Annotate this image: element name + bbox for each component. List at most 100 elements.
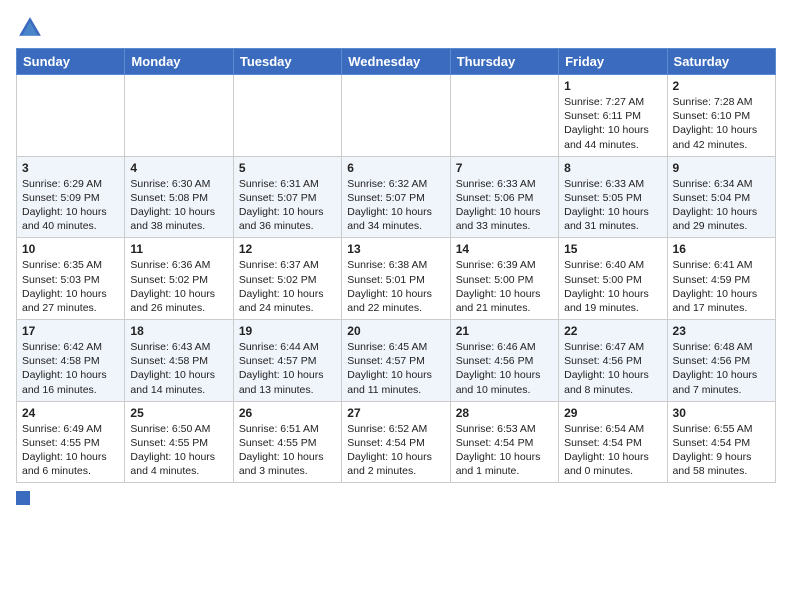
day-info: Sunrise: 6:35 AM Sunset: 5:03 PM Dayligh… bbox=[22, 258, 119, 315]
day-number: 11 bbox=[130, 242, 227, 256]
day-number: 21 bbox=[456, 324, 553, 338]
day-info: Sunrise: 6:47 AM Sunset: 4:56 PM Dayligh… bbox=[564, 340, 661, 397]
day-info: Sunrise: 6:36 AM Sunset: 5:02 PM Dayligh… bbox=[130, 258, 227, 315]
day-number: 12 bbox=[239, 242, 336, 256]
day-number: 23 bbox=[673, 324, 770, 338]
day-number: 6 bbox=[347, 161, 444, 175]
calendar-day-cell: 11 Sunrise: 6:36 AM Sunset: 5:02 PM Dayli… bbox=[125, 238, 233, 320]
day-number: 13 bbox=[347, 242, 444, 256]
day-info: Sunrise: 6:55 AM Sunset: 4:54 PM Dayligh… bbox=[673, 422, 770, 479]
day-number: 26 bbox=[239, 406, 336, 420]
weekday-header: Wednesday bbox=[342, 49, 450, 75]
day-number: 14 bbox=[456, 242, 553, 256]
day-info: Sunrise: 6:42 AM Sunset: 4:58 PM Dayligh… bbox=[22, 340, 119, 397]
calendar-day-cell: 14 Sunrise: 6:39 AM Sunset: 5:00 PM Dayli… bbox=[450, 238, 558, 320]
day-number: 3 bbox=[22, 161, 119, 175]
day-number: 10 bbox=[22, 242, 119, 256]
day-info: Sunrise: 6:43 AM Sunset: 4:58 PM Dayligh… bbox=[130, 340, 227, 397]
weekday-header: Monday bbox=[125, 49, 233, 75]
day-number: 19 bbox=[239, 324, 336, 338]
calendar-day-cell bbox=[450, 75, 558, 157]
day-number: 7 bbox=[456, 161, 553, 175]
calendar-day-cell: 10 Sunrise: 6:35 AM Sunset: 5:03 PM Dayli… bbox=[17, 238, 125, 320]
day-info: Sunrise: 6:32 AM Sunset: 5:07 PM Dayligh… bbox=[347, 177, 444, 234]
calendar-day-cell: 20 Sunrise: 6:45 AM Sunset: 4:57 PM Dayli… bbox=[342, 320, 450, 402]
calendar-day-cell: 29 Sunrise: 6:54 AM Sunset: 4:54 PM Dayli… bbox=[559, 401, 667, 483]
day-number: 1 bbox=[564, 79, 661, 93]
day-number: 17 bbox=[22, 324, 119, 338]
calendar-day-cell bbox=[342, 75, 450, 157]
logo-icon bbox=[16, 14, 44, 42]
day-info: Sunrise: 6:52 AM Sunset: 4:54 PM Dayligh… bbox=[347, 422, 444, 479]
weekday-header-row: SundayMondayTuesdayWednesdayThursdayFrid… bbox=[17, 49, 776, 75]
calendar-table: SundayMondayTuesdayWednesdayThursdayFrid… bbox=[16, 48, 776, 483]
day-info: Sunrise: 6:30 AM Sunset: 5:08 PM Dayligh… bbox=[130, 177, 227, 234]
day-number: 22 bbox=[564, 324, 661, 338]
legend-color-box bbox=[16, 491, 30, 505]
day-info: Sunrise: 6:53 AM Sunset: 4:54 PM Dayligh… bbox=[456, 422, 553, 479]
day-info: Sunrise: 6:38 AM Sunset: 5:01 PM Dayligh… bbox=[347, 258, 444, 315]
calendar-day-cell: 19Sunrise: 6:44 AM Sunset: 4:57 PM Dayli… bbox=[233, 320, 341, 402]
calendar-day-cell: 8Sunrise: 6:33 AM Sunset: 5:05 PM Daylig… bbox=[559, 156, 667, 238]
day-number: 16 bbox=[673, 242, 770, 256]
calendar-day-cell: 15 Sunrise: 6:40 AM Sunset: 5:00 PM Dayli… bbox=[559, 238, 667, 320]
weekday-header: Thursday bbox=[450, 49, 558, 75]
day-info: Sunrise: 6:33 AM Sunset: 5:06 PM Dayligh… bbox=[456, 177, 553, 234]
day-number: 18 bbox=[130, 324, 227, 338]
calendar-day-cell bbox=[233, 75, 341, 157]
calendar-day-cell: 17 Sunrise: 6:42 AM Sunset: 4:58 PM Dayli… bbox=[17, 320, 125, 402]
day-number: 4 bbox=[130, 161, 227, 175]
day-number: 20 bbox=[347, 324, 444, 338]
calendar-week-row: 24Sunrise: 6:49 AM Sunset: 4:55 PM Dayli… bbox=[17, 401, 776, 483]
day-info: Sunrise: 6:37 AM Sunset: 5:02 PM Dayligh… bbox=[239, 258, 336, 315]
footer-legend bbox=[16, 491, 776, 505]
day-number: 30 bbox=[673, 406, 770, 420]
day-info: Sunrise: 6:50 AM Sunset: 4:55 PM Dayligh… bbox=[130, 422, 227, 479]
day-number: 29 bbox=[564, 406, 661, 420]
day-info: Sunrise: 6:48 AM Sunset: 4:56 PM Dayligh… bbox=[673, 340, 770, 397]
day-info: Sunrise: 6:31 AM Sunset: 5:07 PM Dayligh… bbox=[239, 177, 336, 234]
day-info: Sunrise: 6:54 AM Sunset: 4:54 PM Dayligh… bbox=[564, 422, 661, 479]
weekday-header: Friday bbox=[559, 49, 667, 75]
day-info: Sunrise: 6:51 AM Sunset: 4:55 PM Dayligh… bbox=[239, 422, 336, 479]
calendar-day-cell: 7 Sunrise: 6:33 AM Sunset: 5:06 PM Daylig… bbox=[450, 156, 558, 238]
calendar-day-cell: 30 Sunrise: 6:55 AM Sunset: 4:54 PM Dayli… bbox=[667, 401, 775, 483]
day-number: 2 bbox=[673, 79, 770, 93]
weekday-header: Sunday bbox=[17, 49, 125, 75]
calendar-day-cell: 5 Sunrise: 6:31 AM Sunset: 5:07 PM Daylig… bbox=[233, 156, 341, 238]
day-number: 28 bbox=[456, 406, 553, 420]
day-info: Sunrise: 6:33 AM Sunset: 5:05 PM Dayligh… bbox=[564, 177, 661, 234]
calendar-day-cell: 22 Sunrise: 6:47 AM Sunset: 4:56 PM Dayli… bbox=[559, 320, 667, 402]
calendar-day-cell: 12 Sunrise: 6:37 AM Sunset: 5:02 PM Dayli… bbox=[233, 238, 341, 320]
day-info: Sunrise: 6:39 AM Sunset: 5:00 PM Dayligh… bbox=[456, 258, 553, 315]
weekday-header: Tuesday bbox=[233, 49, 341, 75]
calendar-day-cell bbox=[17, 75, 125, 157]
calendar-week-row: 3 Sunrise: 6:29 AM Sunset: 5:09 PM Daylig… bbox=[17, 156, 776, 238]
calendar-day-cell: 4 Sunrise: 6:30 AM Sunset: 5:08 PM Daylig… bbox=[125, 156, 233, 238]
calendar-day-cell: 3 Sunrise: 6:29 AM Sunset: 5:09 PM Daylig… bbox=[17, 156, 125, 238]
calendar-day-cell: 9Sunrise: 6:34 AM Sunset: 5:04 PM Daylig… bbox=[667, 156, 775, 238]
day-info: Sunrise: 6:29 AM Sunset: 5:09 PM Dayligh… bbox=[22, 177, 119, 234]
day-number: 27 bbox=[347, 406, 444, 420]
page-header bbox=[16, 10, 776, 42]
day-number: 24 bbox=[22, 406, 119, 420]
calendar-day-cell: 27 Sunrise: 6:52 AM Sunset: 4:54 PM Dayli… bbox=[342, 401, 450, 483]
day-info: Sunrise: 7:27 AM Sunset: 6:11 PM Dayligh… bbox=[564, 95, 661, 152]
calendar-day-cell: 23 Sunrise: 6:48 AM Sunset: 4:56 PM Dayli… bbox=[667, 320, 775, 402]
calendar-day-cell: 2Sunrise: 7:28 AM Sunset: 6:10 PM Daylig… bbox=[667, 75, 775, 157]
weekday-header: Saturday bbox=[667, 49, 775, 75]
day-info: Sunrise: 6:41 AM Sunset: 4:59 PM Dayligh… bbox=[673, 258, 770, 315]
calendar-day-cell bbox=[125, 75, 233, 157]
calendar-week-row: 17 Sunrise: 6:42 AM Sunset: 4:58 PM Dayli… bbox=[17, 320, 776, 402]
calendar-day-cell: 13 Sunrise: 6:38 AM Sunset: 5:01 PM Dayli… bbox=[342, 238, 450, 320]
day-info: Sunrise: 6:40 AM Sunset: 5:00 PM Dayligh… bbox=[564, 258, 661, 315]
calendar-day-cell: 28 Sunrise: 6:53 AM Sunset: 4:54 PM Dayli… bbox=[450, 401, 558, 483]
calendar-day-cell: 1 Sunrise: 7:27 AM Sunset: 6:11 PM Daylig… bbox=[559, 75, 667, 157]
day-number: 9 bbox=[673, 161, 770, 175]
day-number: 5 bbox=[239, 161, 336, 175]
calendar-week-row: 1 Sunrise: 7:27 AM Sunset: 6:11 PM Daylig… bbox=[17, 75, 776, 157]
calendar-day-cell: 26 Sunrise: 6:51 AM Sunset: 4:55 PM Dayli… bbox=[233, 401, 341, 483]
day-number: 15 bbox=[564, 242, 661, 256]
logo bbox=[16, 14, 46, 42]
day-info: Sunrise: 6:45 AM Sunset: 4:57 PM Dayligh… bbox=[347, 340, 444, 397]
